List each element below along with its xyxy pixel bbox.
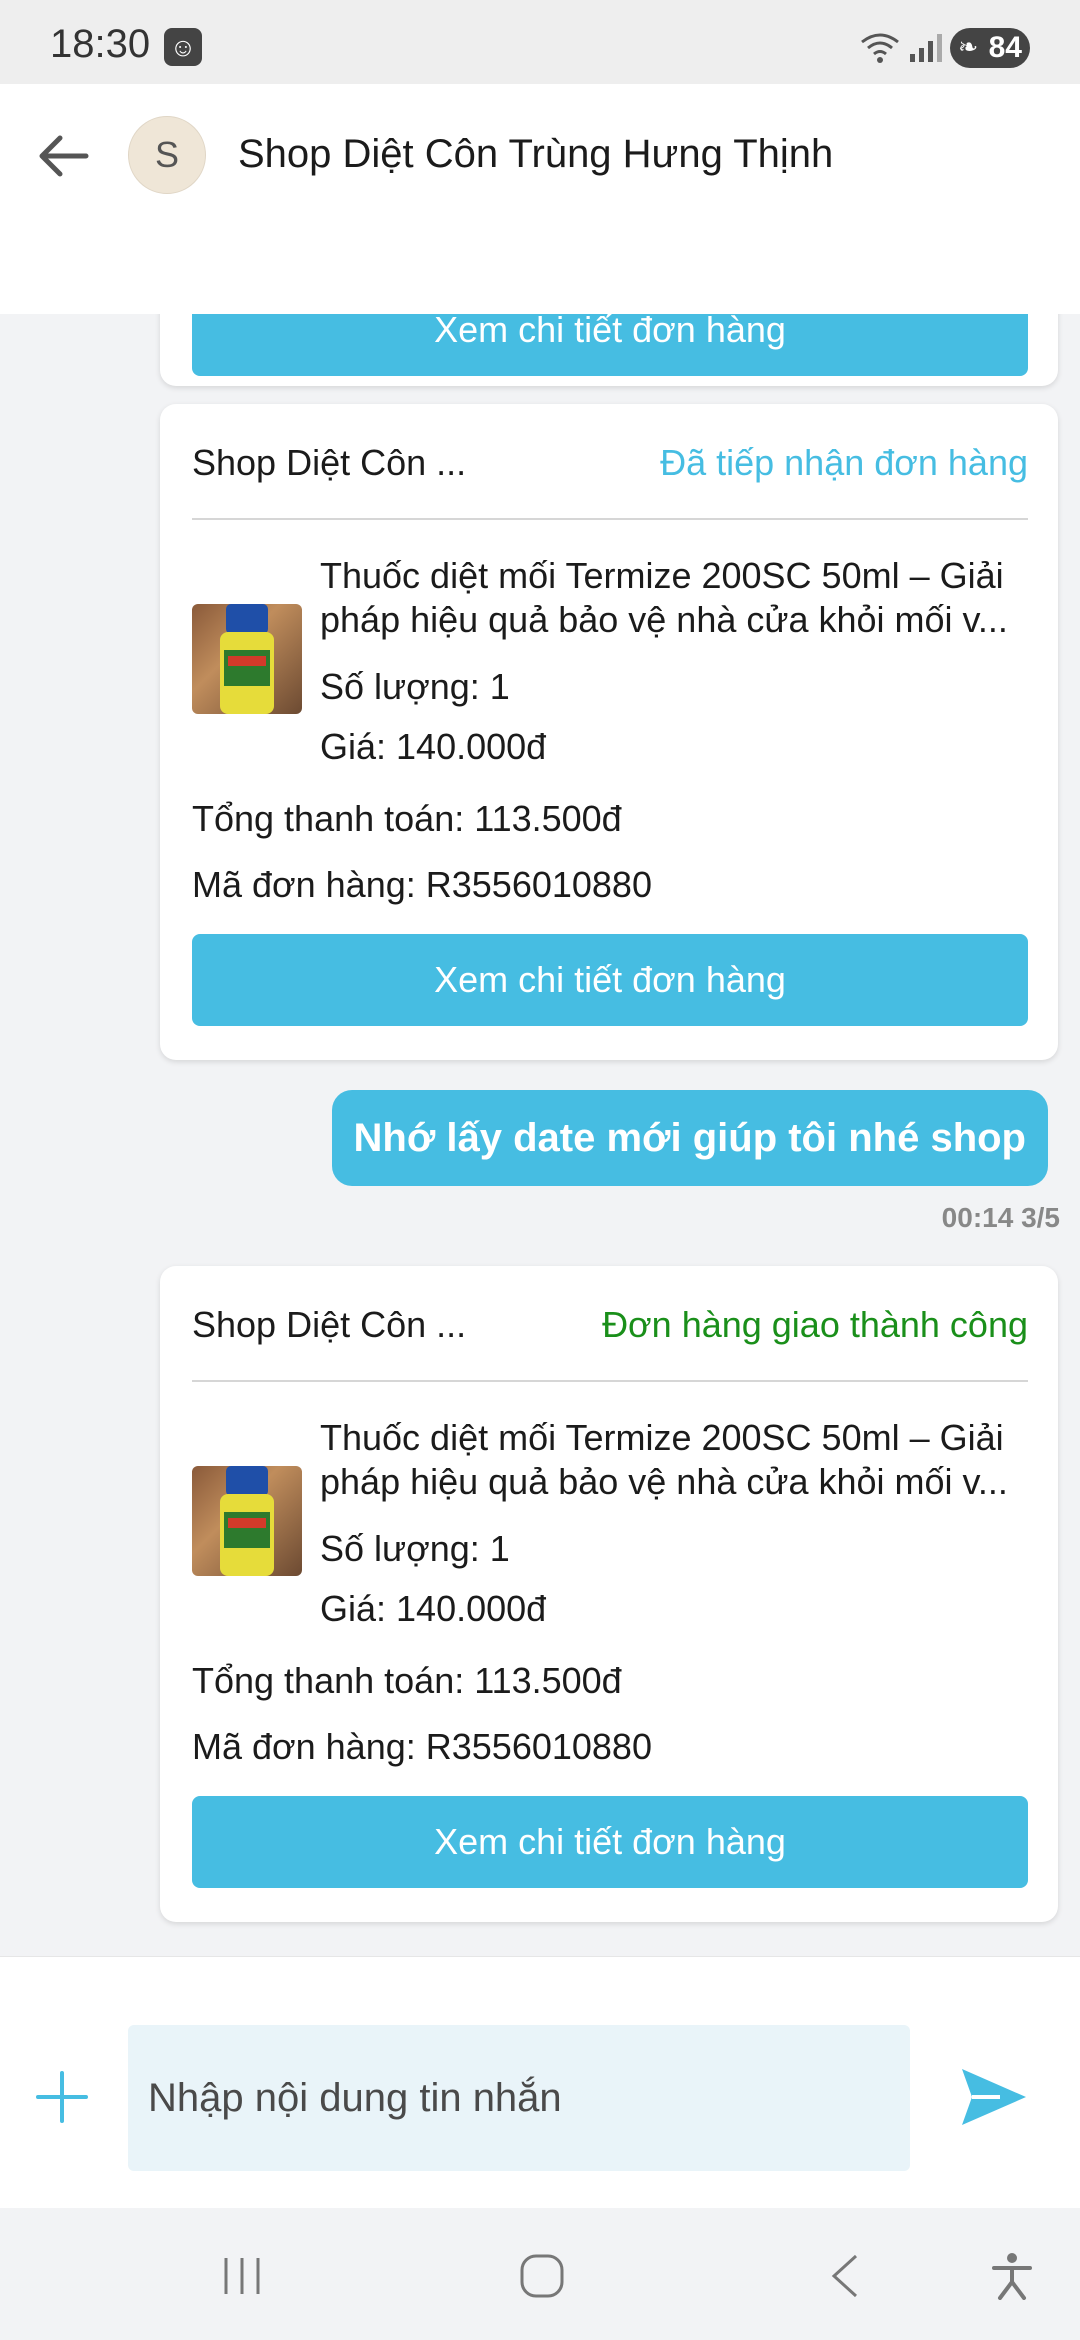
battery-level: 84	[988, 31, 1022, 64]
nav-back-icon[interactable]	[826, 2252, 862, 2300]
battery-indicator: ❧ 84	[950, 28, 1030, 68]
order-status: Đã tiếp nhận đơn hàng	[660, 442, 1028, 483]
divider	[192, 1380, 1028, 1382]
wifi-icon	[861, 33, 899, 63]
order-id: Mã đơn hàng: R3556010880	[192, 1726, 652, 1767]
back-arrow-icon[interactable]	[34, 126, 94, 186]
product-quantity: Số lượng: 1	[320, 666, 510, 707]
notification-icon: ☺	[164, 28, 202, 66]
home-icon[interactable]	[518, 2252, 566, 2300]
order-status: Đơn hàng giao thành công	[602, 1304, 1028, 1345]
order-card: Shop Diệt Côn ... Đã tiếp nhận đơn hàng …	[160, 404, 1058, 1060]
view-order-button[interactable]: Xem chi tiết đơn hàng	[192, 314, 1028, 376]
signal-icon	[910, 34, 942, 62]
accessibility-icon[interactable]	[990, 2252, 1034, 2300]
order-shop-name: Shop Diệt Côn ...	[192, 442, 467, 483]
order-id: Mã đơn hàng: R3556010880	[192, 864, 652, 905]
order-total: Tổng thanh toán: 113.500đ	[192, 798, 622, 839]
product-name: Thuốc diệt mối Termize 200SC 50ml – Giải…	[320, 555, 1008, 640]
message-timestamp: 00:14 3/5	[941, 1202, 1060, 1233]
order-total: Tổng thanh toán: 113.500đ	[192, 1660, 622, 1701]
plus-icon[interactable]	[34, 2069, 90, 2125]
recent-apps-icon[interactable]	[220, 2256, 264, 2296]
sent-message-bubble[interactable]: Nhớ lấy date mới giúp tôi nhé shop	[331, 1090, 1048, 1186]
order-card-partial: Xem chi tiết đơn hàng	[160, 314, 1058, 386]
product-quantity: Số lượng: 1	[320, 1528, 510, 1569]
status-bar: 18:30 ☺ ❧ 84	[0, 0, 1080, 84]
message-input-bar	[0, 1956, 1080, 2209]
view-order-button[interactable]: Xem chi tiết đơn hàng	[192, 1796, 1028, 1888]
product-price: Giá: 140.000đ	[320, 1588, 547, 1629]
status-time: 18:30	[50, 22, 151, 66]
avatar[interactable]: S	[128, 116, 206, 194]
product-image[interactable]	[192, 1466, 302, 1576]
system-nav-bar	[0, 2208, 1080, 2340]
send-icon[interactable]	[960, 2065, 1028, 2129]
order-shop-name: Shop Diệt Côn ...	[192, 1304, 467, 1345]
product-price: Giá: 140.000đ	[320, 726, 547, 767]
product-image[interactable]	[192, 604, 302, 714]
view-order-button[interactable]: Xem chi tiết đơn hàng	[192, 934, 1028, 1026]
leaf-icon: ❧	[958, 34, 979, 61]
chat-area[interactable]: Xem chi tiết đơn hàng Shop Diệt Côn ... …	[0, 314, 1080, 1956]
product-name: Thuốc diệt mối Termize 200SC 50ml – Giải…	[320, 1417, 1008, 1502]
message-input[interactable]	[128, 2025, 910, 2171]
page-title[interactable]: Shop Diệt Côn Trùng Hưng Thịnh	[238, 132, 833, 177]
order-card: Shop Diệt Côn ... Đơn hàng giao thành cô…	[160, 1266, 1058, 1922]
divider	[192, 518, 1028, 520]
